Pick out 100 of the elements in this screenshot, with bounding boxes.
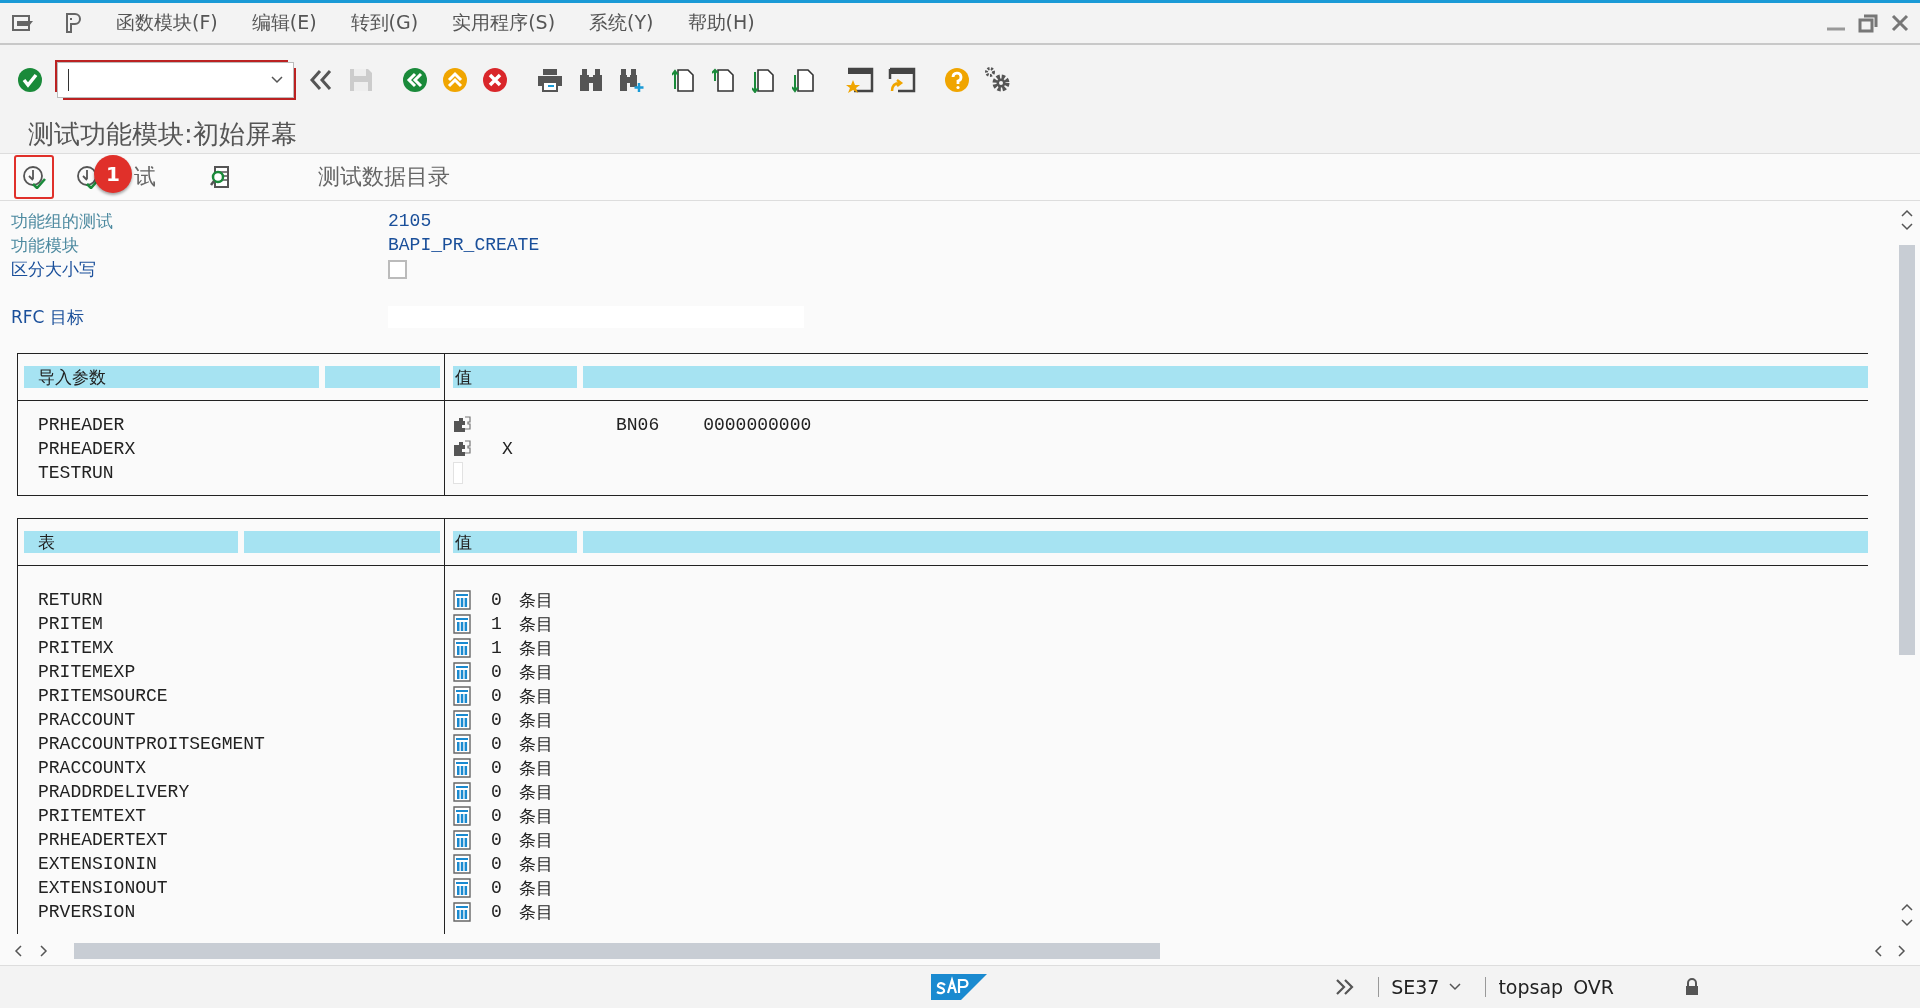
table-icon[interactable] (453, 710, 471, 730)
field-value: BAPI_PR_CREATE (388, 235, 540, 255)
entry-count: 1 (491, 614, 503, 634)
check-icon[interactable] (17, 67, 43, 93)
field-label: 功能模块 (11, 233, 80, 257)
entry-unit: 条目 (519, 708, 553, 732)
command-field[interactable] (57, 62, 294, 98)
table-icon[interactable] (453, 830, 471, 850)
table-icon[interactable] (453, 662, 471, 682)
parameter-name: EXTENSIONIN (38, 853, 158, 876)
dropdown-icon[interactable] (271, 76, 283, 84)
scroll-down-icon[interactable] (1901, 223, 1913, 231)
entry-count: 0 (491, 590, 503, 610)
entry-unit: 条目 (519, 876, 553, 900)
binoculars-icon[interactable] (578, 67, 604, 93)
user-name: topsap (1498, 976, 1564, 998)
scroll-right-icon[interactable] (1898, 945, 1906, 957)
parameter-name: PRACCOUNTX (38, 757, 148, 780)
table-icon[interactable] (453, 686, 471, 706)
binoculars-plus-icon[interactable] (618, 67, 644, 93)
puzzle-icon[interactable] (453, 416, 472, 434)
table-icon[interactable] (453, 734, 471, 754)
gear-icon[interactable] (984, 66, 1012, 94)
table-icon[interactable] (453, 854, 471, 874)
field-label: 区分大小写 (11, 257, 97, 281)
input-mode: OVR (1573, 976, 1614, 998)
entry-unit: 条目 (519, 636, 553, 660)
checkbox[interactable] (388, 259, 407, 279)
scroll-up-icon[interactable] (1901, 903, 1913, 911)
entry-count: 0 (491, 734, 503, 754)
menu-item[interactable]: 转到(G) (350, 10, 419, 36)
printer-icon[interactable] (536, 67, 564, 93)
table-icon[interactable] (453, 782, 471, 802)
window-star-icon[interactable] (846, 67, 874, 93)
double-chevron-icon[interactable] (308, 67, 334, 93)
transaction-code: SE37 (1391, 976, 1440, 998)
menu-item[interactable]: 函数模块(F) (116, 10, 218, 36)
entry-count: 0 (491, 878, 503, 898)
table-icon[interactable] (453, 758, 471, 778)
double-chevron-icon[interactable] (1334, 978, 1355, 996)
table-icon[interactable] (453, 590, 471, 610)
back-icon[interactable] (402, 67, 428, 93)
entry-unit: 条目 (519, 852, 553, 876)
scroll-thumb[interactable] (74, 943, 1160, 959)
entry-unit: 条目 (519, 588, 553, 612)
cancel-icon[interactable] (482, 67, 508, 93)
parameter-name: PRITEMX (38, 637, 115, 660)
table-icon[interactable] (453, 878, 471, 898)
menu-item[interactable]: 实用程序(S) (452, 10, 556, 36)
column-header: 值 (453, 366, 577, 388)
puzzle-icon[interactable] (453, 440, 472, 458)
table-icon[interactable] (453, 806, 471, 826)
toolbar-button[interactable] (14, 155, 54, 199)
menu-icon[interactable] (12, 14, 34, 32)
toolbar-button[interactable]: 测试数据目录 (280, 155, 458, 199)
parameter-name: PRITEMEXP (38, 661, 137, 684)
parameter-name: PRITEMSOURCE (38, 685, 169, 708)
field-value: 2105 (388, 211, 432, 231)
scroll-thumb[interactable] (1899, 245, 1915, 655)
entry-unit: 条目 (519, 756, 553, 780)
window-arrow-icon[interactable] (888, 67, 916, 93)
entry-unit: 条目 (519, 660, 553, 684)
menu-item[interactable]: 编辑(E) (251, 10, 317, 36)
entry-count: 0 (491, 830, 503, 850)
menu-item[interactable]: 系统(Y) (589, 10, 654, 36)
table-icon[interactable] (453, 638, 471, 658)
scroll-down-icon[interactable] (1901, 919, 1913, 927)
parameter-name: PRVERSION (38, 901, 137, 924)
restore-icon[interactable] (1858, 13, 1878, 33)
parameter-name: PRITEMTEXT (38, 805, 148, 828)
scroll-up-icon[interactable] (1901, 209, 1913, 217)
parameter-name: PRHEADERX (38, 438, 137, 461)
scroll-right-icon[interactable] (40, 945, 48, 957)
scroll-left-icon[interactable] (1874, 945, 1882, 957)
parameter-name: PRHEADER (38, 414, 126, 437)
dropdown-icon[interactable] (1449, 983, 1462, 991)
entry-unit: 条目 (519, 900, 553, 924)
entry-unit: 条目 (519, 804, 553, 828)
entry-unit: 条目 (519, 828, 553, 852)
entry-count: 0 (491, 758, 503, 778)
annotation-badge: 1 (94, 155, 132, 193)
field-label: RFC 目标 (11, 305, 85, 329)
menu-item[interactable]: 帮助(H) (687, 10, 755, 36)
column-header: 表 (24, 531, 238, 553)
column-header: 导入参数 (24, 366, 319, 388)
parameter-name: PRHEADERTEXT (38, 829, 169, 852)
table-icon[interactable] (453, 614, 471, 634)
run-check-icon (22, 165, 46, 189)
screen-title: 测试功能模块:初始屏幕 (27, 117, 298, 151)
table-icon[interactable] (453, 902, 471, 922)
parameter-name: PRACCOUNT (38, 709, 137, 732)
close-icon[interactable] (1890, 13, 1910, 33)
parameter-name: TESTRUN (38, 462, 115, 485)
entry-count: 1 (491, 638, 503, 658)
entry-unit: 条目 (519, 780, 553, 804)
entry-unit: 条目 (519, 684, 553, 708)
parameter-value: 0000000000 (703, 415, 812, 435)
lock-icon[interactable] (1684, 978, 1700, 996)
input-field[interactable] (453, 462, 463, 484)
scroll-left-icon[interactable] (14, 945, 22, 957)
